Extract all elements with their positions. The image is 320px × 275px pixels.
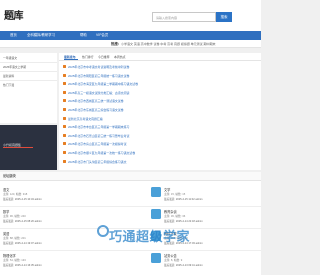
forum-header-title: 论坛版块	[3, 174, 16, 178]
header: 题库 请输入搜索内容 搜索	[0, 0, 261, 31]
tab-hot[interactable]: 热门排行	[82, 53, 94, 61]
article-row[interactable]: 2025年北京市中考语文考试说明及考前冲刺试卷	[62, 63, 258, 71]
document-icon	[63, 73, 66, 77]
divider	[0, 206, 261, 207]
article-link[interactable]: 2025年北京市石景山区初三统一练习暨毕业考试	[68, 132, 129, 140]
article-link[interactable]: 2025年北京市顺义区九年级第一次统一练习语文试卷	[68, 149, 135, 157]
document-icon	[63, 159, 66, 163]
forum-panel: 论坛版块 语文 主题: 120, 帖数: 318 最后发表: 2025-4-15 1…	[0, 172, 261, 275]
document-icon	[63, 151, 66, 154]
article-row[interactable]: 2025年北京市门头沟区初三年级综合练习语文	[62, 158, 258, 166]
left-panel: 一年级语文 2025年语文上学期 最新资料 热门下载	[0, 53, 57, 123]
article-row[interactable]: 2025年北京市海淀区九年级第二学期期中练习语文试卷	[62, 80, 258, 88]
left-row[interactable]: 最新资料	[3, 74, 14, 78]
forum-board[interactable]: 语文 主题: 120, 帖数: 318 最后发表: 2025-4-15 10:34 …	[0, 185, 120, 207]
board-stats: 主题: 96, 帖数: 240	[3, 215, 26, 218]
left-row[interactable]: 一年级语文	[3, 56, 17, 60]
search-button[interactable]: 搜索	[216, 12, 232, 22]
article-row[interactable]: 2025年北京市石景山区初三统一练习暨毕业考试	[62, 132, 258, 140]
watermark-logo-icon	[97, 225, 109, 237]
article-row[interactable]: 最新北京高考语文真题汇编	[62, 115, 258, 123]
board-last-post: 最后发表: 2025-4-15 11:02 admin	[164, 198, 203, 201]
board-stats: 主题: 36, 帖数: 36	[164, 215, 186, 218]
article-panel: 最新发布 热门排行 今日推荐 本周热点 2025年北京市中考语文考试说明及考前冲…	[59, 53, 261, 170]
nav-item-study[interactable]: 全科模拟/教研学习	[27, 31, 55, 40]
board-stats: 主题: 88, 帖数: 201	[3, 237, 26, 240]
nav-item-home[interactable]: 首页	[10, 31, 17, 40]
forum-header: 论坛版块	[0, 172, 261, 181]
forum-board-icon	[151, 253, 161, 263]
board-stats: 主题: 15, 帖数: 15	[164, 193, 186, 196]
article-link[interactable]: 2025年北京市朝阳区初三年级统一练习语文试卷	[68, 72, 129, 80]
left-row[interactable]: 2025年语文上学期	[3, 65, 26, 69]
board-stats: 主题: 120, 帖数: 318	[3, 193, 28, 196]
board-stats: 主题: 54, 帖数: 133	[3, 259, 26, 262]
article-link[interactable]: 2025年北京市东城区高三综合练习语文试卷	[68, 106, 124, 114]
divider	[0, 250, 261, 251]
search-input[interactable]: 请输入搜索内容	[152, 12, 216, 22]
hot-search-text[interactable]: 小学语文 英语 高中数学 试卷 中考 高考 真题 模拟题 单元测试 期中期末	[121, 40, 261, 48]
feature-accent-bar	[3, 147, 33, 148]
document-icon	[63, 133, 66, 137]
divider	[0, 62, 57, 63]
tab-weekly[interactable]: 本周热点	[114, 53, 126, 61]
article-link[interactable]: 2025年北京市门头沟区初三年级综合练习语文	[68, 158, 126, 166]
article-link[interactable]: 2025年高三一模语文试题分类汇编：古诗文阅读	[68, 89, 129, 97]
document-icon	[63, 65, 66, 68]
forum-board[interactable]: 文学 主题: 15, 帖数: 15 最后发表: 2025-4-15 11:02 ad…	[151, 185, 259, 207]
article-row[interactable]: 2025年北京市朝阳区初三年级统一练习语文试卷	[62, 72, 258, 80]
forum-board-icon	[151, 187, 161, 197]
tab-active-indicator	[64, 59, 78, 60]
article-row[interactable]: 2025年高三一模语文试题分类汇编：古诗文阅读	[62, 89, 258, 97]
article-link[interactable]: 2025年北京市房山区高三年级第一次模拟考试	[68, 140, 126, 148]
article-row[interactable]: 2025年北京市顺义区九年级第一次统一练习语文试卷	[62, 149, 258, 157]
article-row[interactable]: 2025年北京市东城区高三综合练习语文试卷	[62, 106, 258, 114]
board-last-post: 最后发表: 2025-4-14 22:18 admin	[164, 220, 203, 223]
article-link[interactable]: 2025年北京市西城区高三统一测试语文试卷	[68, 97, 124, 105]
document-icon	[63, 99, 66, 103]
watermark-text: 巧通超级学家	[109, 229, 191, 244]
board-stats: 主题: 8, 帖数: 9	[164, 259, 183, 262]
article-link[interactable]: 最新北京高考语文真题汇编	[68, 115, 103, 123]
board-last-post: 最后发表: 2025-4-15 10:34 admin	[3, 198, 42, 201]
article-row[interactable]: 2025年北京市房山区高三年级第一次模拟考试	[62, 140, 258, 148]
divider	[0, 80, 57, 81]
board-last-post: 最后发表: 2025-4-13 09:41 admin	[164, 264, 203, 267]
tab-recommend[interactable]: 今日推荐	[98, 53, 110, 61]
hot-search-bar: 热搜： 小学语文 英语 高中数学 试卷 中考 高考 真题 模拟题 单元测试 期中…	[0, 40, 261, 48]
site-logo[interactable]: 题库	[4, 7, 24, 22]
document-icon	[63, 142, 66, 146]
forum-board-icon	[151, 209, 161, 219]
document-icon	[63, 125, 66, 129]
document-icon	[63, 108, 66, 111]
article-link[interactable]: 2025年北京市丰台区高三年级第一学期期末练习	[68, 123, 129, 131]
forum-board[interactable]: 站务公告 主题: 8, 帖数: 9 最后发表: 2025-4-13 09:41 ad…	[151, 251, 259, 273]
feature-banner[interactable]: 小升初真题集	[0, 125, 57, 170]
board-last-post: 最后发表: 2025-4-14 16:35 admin	[3, 264, 42, 267]
divider	[0, 71, 57, 72]
document-icon	[63, 90, 66, 94]
hot-search-label: 热搜：	[111, 42, 122, 46]
board-last-post: 最后发表: 2025-4-14 19:07 admin	[3, 242, 42, 245]
forum-board[interactable]: 物理化学 主题: 54, 帖数: 133 最后发表: 2025-4-14 16:35…	[0, 251, 120, 273]
article-tabs: 最新发布 热门排行 今日推荐 本周热点	[59, 53, 261, 61]
main-nav: 首页 全科模拟/教研学习 帮助 VIP会员	[0, 31, 261, 40]
nav-item-help[interactable]: 帮助	[80, 31, 87, 40]
article-link[interactable]: 2025年北京市中考语文考试说明及考前冲刺试卷	[68, 63, 129, 71]
left-row[interactable]: 热门下载	[3, 83, 14, 87]
board-last-post: 最后发表: 2025-4-15 08:20 admin	[3, 220, 42, 223]
document-icon	[63, 82, 66, 86]
article-row[interactable]: 2025年北京市西城区高三统一测试语文试卷	[62, 97, 258, 105]
article-row[interactable]: 2025年北京市丰台区高三年级第一学期期末练习	[62, 123, 258, 131]
article-link[interactable]: 2025年北京市海淀区九年级第二学期期中练习语文试卷	[68, 80, 138, 88]
nav-item-vip[interactable]: VIP会员	[96, 31, 108, 40]
document-icon	[63, 116, 66, 120]
